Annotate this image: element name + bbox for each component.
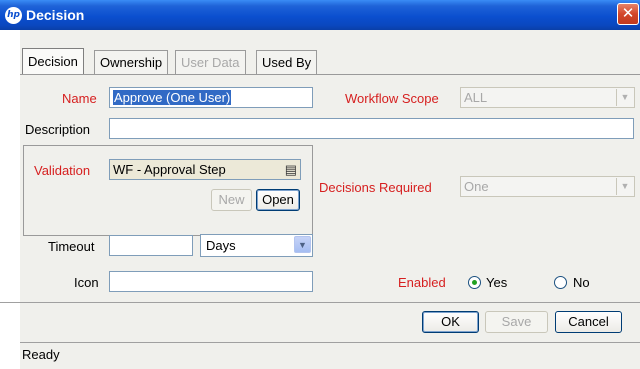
description-field[interactable] <box>109 118 634 139</box>
status-text: Ready <box>22 347 60 362</box>
chevron-down-icon[interactable]: ▼ <box>294 236 311 253</box>
workflow-scope-value: ALL <box>464 90 488 105</box>
status-gutter <box>0 342 20 369</box>
tab-used-by[interactable]: Used By <box>256 50 318 75</box>
open-button[interactable]: Open <box>256 189 300 211</box>
radio-selected-dot <box>472 280 477 285</box>
tab-decision[interactable]: Decision <box>22 48 84 75</box>
decisions-required-label: Decisions Required <box>319 180 432 195</box>
enabled-label: Enabled <box>398 275 446 290</box>
tab-user-data: User Data <box>175 50 246 75</box>
icon-field[interactable] <box>109 271 313 292</box>
close-button[interactable]: ✕ <box>617 3 639 25</box>
status-bar: Ready <box>20 342 640 369</box>
name-field[interactable]: Approve (One User) <box>109 87 313 108</box>
chevron-down-icon: ▼ <box>616 178 633 195</box>
cancel-button[interactable]: Cancel <box>555 311 622 333</box>
timeout-unit-value: Days <box>206 238 236 253</box>
validation-value: WF - Approval Step <box>113 162 226 177</box>
icon-label: Icon <box>74 275 99 290</box>
new-button: New <box>211 189 252 211</box>
window-title: Decision <box>26 7 85 23</box>
description-label: Description <box>25 122 91 137</box>
decision-dialog: hp Decision ✕ Decision Ownership User Da… <box>0 0 640 369</box>
workflow-scope-select: ALL ▼ <box>460 87 635 108</box>
validation-field[interactable]: WF - Approval Step ▤ <box>109 159 301 180</box>
title-bar[interactable]: hp Decision ✕ <box>0 0 640 30</box>
enabled-yes-radio[interactable] <box>468 276 481 289</box>
decisions-required-select: One ▼ <box>460 176 635 197</box>
tab-divider <box>20 74 640 75</box>
save-button: Save <box>485 311 548 333</box>
workflow-scope-label: Workflow Scope <box>345 91 439 106</box>
timeout-field[interactable] <box>109 235 193 256</box>
timeout-label: Timeout <box>48 239 95 254</box>
name-label: Name <box>62 91 97 106</box>
enabled-no-label[interactable]: No <box>573 275 590 290</box>
decisions-required-value: One <box>464 179 489 194</box>
validation-label: Validation <box>34 163 91 178</box>
enabled-no-radio[interactable] <box>554 276 567 289</box>
close-icon: ✕ <box>621 4 635 22</box>
timeout-unit-select[interactable]: Days ▼ <box>200 234 313 257</box>
left-gutter <box>0 30 20 369</box>
name-value: Approve (One User) <box>113 90 232 105</box>
hp-logo-icon: hp <box>5 7 22 24</box>
tab-ownership[interactable]: Ownership <box>94 50 169 75</box>
button-separator <box>0 302 640 303</box>
list-icon[interactable]: ▤ <box>285 160 297 179</box>
chevron-down-icon: ▼ <box>616 89 633 106</box>
enabled-yes-label[interactable]: Yes <box>486 275 507 290</box>
ok-button[interactable]: OK <box>422 311 479 333</box>
